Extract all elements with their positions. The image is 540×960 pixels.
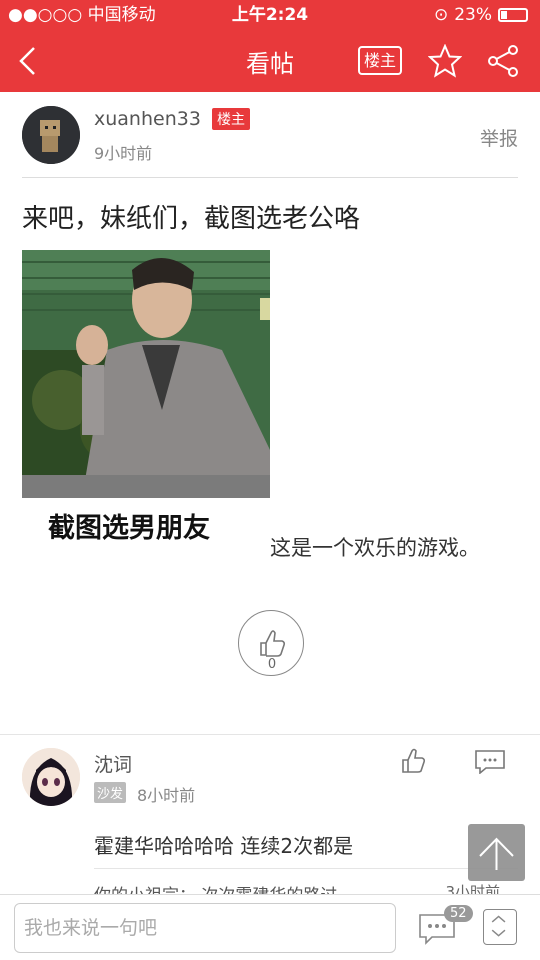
floor-badge: 沙发 (94, 782, 127, 803)
like-button[interactable]: 0 (238, 610, 304, 676)
comment-text: 霍建华哈哈哈哈 连续2次都是 (94, 834, 354, 858)
arrow-up-icon (479, 837, 514, 870)
avatar[interactable] (22, 106, 80, 164)
comment-time: 8小时前 (137, 786, 196, 805)
only-op-button[interactable]: 楼主 (358, 46, 402, 75)
comment-avatar[interactable] (22, 748, 80, 806)
battery-percent: 23% (454, 5, 492, 25)
divider (0, 734, 540, 735)
status-right: ⊙ 23% (434, 0, 528, 30)
scroll-nav-icon (491, 915, 506, 937)
battery-icon (498, 8, 528, 22)
like-count: 0 (267, 657, 277, 672)
post-title: 来吧，妹纸们，截图选老公咯 (22, 204, 361, 234)
post-author: xuanhen33 楼主 9小时前 举报 (22, 106, 518, 178)
author-name[interactable]: xuanhen33 (94, 108, 201, 130)
top-bar: ●●○○○ 中国移动 上午2:24 ⊙ 23% 看帖 楼主 (0, 0, 540, 92)
thumbs-up-icon[interactable] (400, 748, 426, 774)
bottom-bar: 我也来说一句吧 52 (0, 894, 540, 960)
reply-input[interactable]: 我也来说一句吧 (14, 903, 396, 953)
reply-icon[interactable] (474, 748, 506, 774)
lock-rotation-icon: ⊙ (433, 5, 449, 25)
status-bar: ●●○○○ 中国移动 上午2:24 ⊙ 23% (0, 0, 540, 30)
back-to-top-button[interactable] (468, 824, 525, 881)
image-caption: 截图选男朋友 (48, 513, 210, 544)
report-button[interactable]: 举报 (480, 124, 518, 151)
post-body: 这是一个欢乐的游戏。 (270, 536, 480, 560)
commenter-name[interactable]: 沈词 (94, 750, 132, 777)
comment-count-badge: 52 (444, 905, 473, 922)
share-icon[interactable] (486, 44, 520, 78)
star-icon[interactable] (428, 44, 462, 78)
op-badge: 楼主 (212, 108, 250, 130)
post-image[interactable] (22, 250, 270, 498)
nav-bar: 看帖 楼主 (0, 30, 540, 92)
post-time: 9小时前 (94, 144, 153, 163)
scroll-nav-button[interactable] (483, 909, 517, 945)
